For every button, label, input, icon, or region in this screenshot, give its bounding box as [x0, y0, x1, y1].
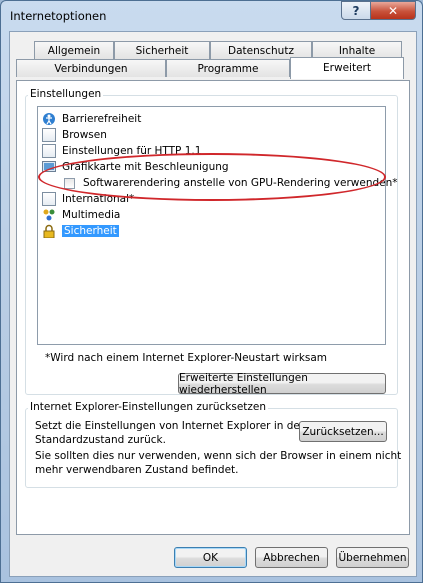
multimedia-icon	[42, 208, 56, 222]
close-button[interactable]: ✕	[370, 1, 416, 20]
tree-item-label: Browsen	[62, 129, 107, 141]
tree-item-barrierefreiheit[interactable]: Barrierefreiheit	[42, 111, 141, 127]
tab-erweitert[interactable]: Erweitert	[290, 57, 404, 79]
tree-item-label: Einstellungen für HTTP 1.1	[62, 145, 202, 157]
display-icon	[42, 160, 56, 174]
tree-item-label: Grafikkarte mit Beschleunigung	[62, 161, 229, 173]
tab-verbindungen[interactable]: Verbindungen	[16, 59, 166, 77]
tree-item-label: Softwarerendering anstelle von GPU-Rende…	[83, 177, 398, 189]
window-title: Internetoptionen	[10, 9, 107, 23]
tree-item-multimedia[interactable]: Multimedia	[42, 207, 120, 223]
restart-note: *Wird nach einem Internet Explorer-Neust…	[45, 352, 328, 364]
tab-allgemein[interactable]: Allgemein	[34, 41, 114, 59]
tree-item-label: International*	[62, 193, 135, 205]
apply-button[interactable]: Übernehmen	[336, 547, 409, 568]
restore-advanced-button[interactable]: Erweiterte Einstellungen wiederherstelle…	[178, 372, 386, 396]
tree-item-label: Sicherheit	[62, 225, 119, 237]
tree-item-browsen[interactable]: Browsen	[42, 127, 107, 143]
tree-item-international[interactable]: International*	[42, 191, 134, 207]
help-button[interactable]: ?	[341, 1, 371, 20]
internet-options-window: Internetoptionen ? ✕ Allgemein Sicherhei…	[0, 0, 423, 583]
reset-warning-2: mehr verwendbaren Zustand befindet.	[35, 464, 239, 476]
tab-programme[interactable]: Programme	[166, 59, 290, 77]
tree-item-sicherheit[interactable]: Sicherheit	[42, 223, 119, 239]
reset-description-2: Standardzustand zurück.	[35, 434, 166, 446]
softwarerendering-checkbox[interactable]	[64, 177, 75, 189]
tab-sicherheit[interactable]: Sicherheit	[114, 41, 210, 59]
title-bar[interactable]: Internetoptionen ? ✕	[1, 1, 422, 31]
reset-group-label: Internet Explorer-Einstellungen zurückse…	[28, 401, 269, 413]
tree-item-grafikkarte[interactable]: Grafikkarte mit Beschleunigung	[42, 159, 229, 175]
accessibility-icon	[42, 112, 56, 126]
cancel-button[interactable]: Abbrechen	[255, 547, 328, 568]
lock-icon	[42, 224, 56, 239]
tree-item-softwarerendering[interactable]: Softwarerendering anstelle von GPU-Rende…	[64, 175, 398, 191]
document-icon	[42, 144, 56, 158]
document-icon	[42, 128, 56, 142]
settings-tree[interactable]: Barrierefreiheit Browsen Einstellungen f…	[37, 106, 398, 345]
tree-item-label: Barrierefreiheit	[62, 113, 142, 125]
reset-warning-1: Sie sollten dies nur verwenden, wenn sic…	[35, 450, 402, 462]
tree-item-http[interactable]: Einstellungen für HTTP 1.1	[42, 143, 201, 159]
settings-group-label: Einstellungen	[28, 88, 104, 100]
reset-description-1: Setzt die Einstellungen von Internet Exp…	[35, 420, 307, 432]
ok-button[interactable]: OK	[174, 547, 247, 568]
tree-item-label: Multimedia	[62, 209, 121, 221]
document-icon	[42, 192, 56, 206]
reset-button[interactable]: Zurücksetzen...	[299, 421, 387, 442]
